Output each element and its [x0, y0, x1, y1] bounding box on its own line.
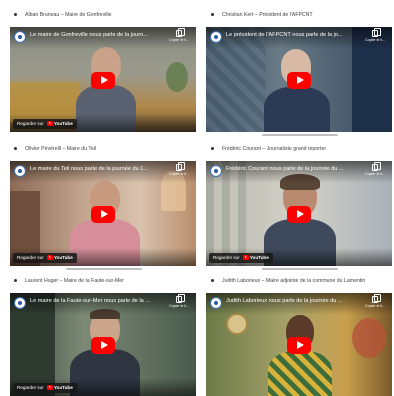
bullet-icon [211, 146, 214, 150]
video-title[interactable]: Le maire de la Faute-sur-Mer nous parle … [30, 298, 162, 304]
video-title[interactable]: Le président de l'AFPCNT nous parle de l… [226, 32, 358, 38]
copy-link-button[interactable]: Copier le li... [168, 28, 190, 42]
copy-link-button[interactable]: Copier le li... [364, 294, 386, 308]
video-embed[interactable]: Le président de l'AFPCNT nous parle de l… [206, 27, 392, 132]
copy-icon [372, 28, 381, 37]
video-embed[interactable]: Le maire de la Faute-sur-Mer nous parle … [10, 293, 196, 396]
channel-avatar-icon[interactable] [14, 165, 26, 177]
bullet-icon [211, 12, 214, 16]
caption-text: Laurent Huger – Maire de la Faute-sur-Me… [25, 278, 124, 284]
channel-avatar-icon[interactable] [210, 31, 222, 43]
play-button[interactable] [287, 71, 311, 89]
play-button[interactable] [287, 336, 311, 354]
video-caption: Alban Bruneau – Maire de Gonfreville [0, 8, 186, 22]
video-caption: Judith Laborieux – Maire adjointe de la … [197, 274, 383, 288]
youtube-logo-icon [46, 121, 53, 126]
video-embed[interactable]: Le maire de Gonfreville nous parle de la… [10, 27, 196, 132]
play-button[interactable] [91, 205, 115, 223]
video-embed[interactable]: Frédéric Courant nous parle de la journé… [206, 161, 392, 266]
divider [262, 268, 338, 270]
video-caption: Christian Kert – Président de l'AFPCNT [197, 8, 383, 22]
copy-icon [176, 294, 185, 303]
caption-text: Christian Kert – Président de l'AFPCNT [222, 12, 313, 18]
video-title[interactable]: Judith Laborieux nous parle de la journé… [226, 298, 358, 304]
play-button[interactable] [91, 336, 115, 354]
copy-icon [372, 162, 381, 171]
video-embed[interactable]: Le maire du Teil nous parle de la journé… [10, 161, 196, 266]
caption-text: Frédéric Courant – Journaliste grand rep… [222, 146, 327, 152]
video-embed[interactable]: Judith Laborieux nous parle de la journé… [206, 293, 392, 396]
play-button[interactable] [287, 205, 311, 223]
video-grid: Alban Bruneau – Maire de Gonfreville Le … [0, 0, 394, 396]
caption-text: Alban Bruneau – Maire de Gonfreville [25, 12, 112, 18]
copy-link-label: Copier le li... [169, 304, 189, 308]
channel-avatar-icon[interactable] [210, 297, 222, 309]
youtube-logo-icon [46, 385, 53, 390]
video-title[interactable]: Frédéric Courant nous parle de la journé… [226, 166, 358, 172]
watch-on-youtube-button[interactable]: Regarder sur YouTube [13, 119, 77, 129]
copy-link-button[interactable]: Copier le li... [168, 294, 190, 308]
copy-link-label: Copier le li... [169, 172, 189, 176]
copy-icon [176, 162, 185, 171]
bullet-icon [14, 12, 17, 16]
caption-text: Judith Laborieux – Maire adjointe de la … [222, 278, 366, 284]
divider [262, 134, 338, 136]
channel-avatar-icon[interactable] [210, 165, 222, 177]
bullet-icon [211, 278, 214, 282]
copy-icon [176, 28, 185, 37]
copy-link-button[interactable]: Copier le li... [168, 162, 190, 176]
copy-link-button[interactable]: Copier le li... [364, 162, 386, 176]
video-caption: Frédéric Courant – Journaliste grand rep… [197, 142, 383, 156]
divider [66, 268, 142, 270]
video-caption: Laurent Huger – Maire de la Faute-sur-Me… [0, 274, 186, 288]
bullet-icon [14, 146, 17, 150]
video-title[interactable]: Le maire de Gonfreville nous parle de la… [30, 32, 162, 38]
watch-on-youtube-button[interactable]: Regarder sur YouTube [13, 253, 77, 263]
youtube-logo-icon [46, 255, 53, 260]
video-caption: Olivier Pévérelli – Maire du Teil [0, 142, 186, 156]
channel-avatar-icon[interactable] [14, 297, 26, 309]
copy-link-label: Copier le li... [365, 38, 385, 42]
copy-link-label: Copier le li... [365, 304, 385, 308]
copy-link-button[interactable]: Copier le li... [364, 28, 386, 42]
copy-link-label: Copier le li... [365, 172, 385, 176]
copy-link-label: Copier le li... [169, 38, 189, 42]
play-button[interactable] [91, 71, 115, 89]
copy-icon [372, 294, 381, 303]
video-title[interactable]: Le maire du Teil nous parle de la journé… [30, 166, 162, 172]
watch-on-youtube-button[interactable]: Regarder sur YouTube [13, 383, 77, 393]
bullet-icon [14, 278, 17, 282]
watch-on-youtube-button[interactable]: Regarder sur YouTube [209, 253, 273, 263]
channel-avatar-icon[interactable] [14, 31, 26, 43]
youtube-logo-icon [242, 255, 249, 260]
caption-text: Olivier Pévérelli – Maire du Teil [25, 146, 97, 152]
